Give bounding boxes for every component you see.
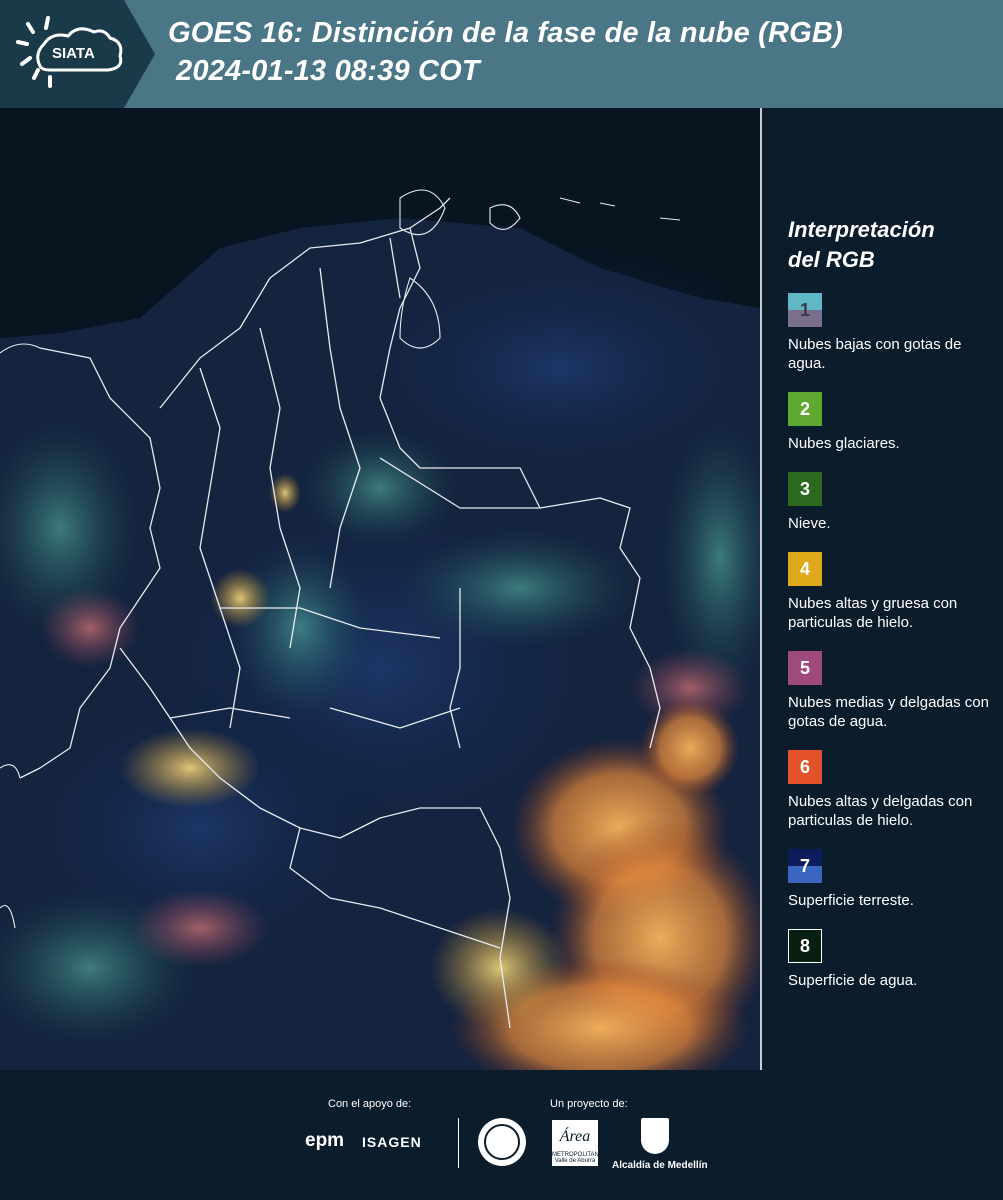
legend-item-7: 7 Superficie terreste. <box>788 849 993 910</box>
legend-item-3: 3 Nieve. <box>788 472 993 533</box>
legend-title-line-2: del RGB <box>788 247 875 272</box>
title-line-2: 2024-01-13 08:39 COT <box>176 55 480 87</box>
legend-swatch-2: 2 <box>788 392 822 426</box>
legend-title: Interpretación del RGB <box>788 215 993 275</box>
legend-swatch-7: 7 <box>788 849 822 883</box>
page-title: GOES 16: Distinción de la fase de la nub… <box>168 14 843 90</box>
legend-swatch-1: 1 <box>788 293 822 327</box>
legend-item-4: 4 Nubes altas y gruesa con particulas de… <box>788 552 993 632</box>
legend-item-5: 5 Nubes medias y delgadas con gotas de a… <box>788 651 993 731</box>
legend-swatch-4: 4 <box>788 552 822 586</box>
legend-label-3: Nieve. <box>788 515 831 532</box>
legend-number-5: 5 <box>799 658 810 678</box>
legend-number-2: 2 <box>799 399 810 419</box>
legend-label-2: Nubes glaciares. <box>788 435 900 452</box>
legend-item-2: 2 Nubes glaciares. <box>788 392 993 453</box>
seal-ring <box>484 1124 520 1160</box>
title-line-1: GOES 16: Distinción de la fase de la nub… <box>168 17 843 49</box>
legend-label-7: Superficie terreste. <box>788 892 914 909</box>
legend-label-5: Nubes medias y delgadas con gotas de agu… <box>788 694 989 730</box>
siata-logo: SIATA <box>0 0 155 108</box>
epm-logo: epm <box>305 1130 345 1151</box>
legend-item-1: 1 Nubes bajas con gotas de agua. <box>788 293 993 373</box>
legend-label-6: Nubes altas y delgadas con particulas de… <box>788 793 973 829</box>
legend-swatch-8: 8 <box>788 929 822 963</box>
legend-swatch-6: 6 <box>788 750 822 784</box>
legend-number-6: 6 <box>799 757 810 777</box>
isagen-logo: ISAGEN <box>362 1134 422 1150</box>
header-bar: SIATA GOES 16: Distinción de la fase de … <box>0 0 1003 108</box>
logo-text: SIATA <box>52 45 95 62</box>
support-label: Con el apoyo de: <box>328 1098 412 1110</box>
legend-number-1: 1 <box>799 300 810 320</box>
legend-panel: Interpretación del RGB 1 Nubes bajas con… <box>788 215 993 990</box>
satellite-map <box>0 108 760 1070</box>
area-logo-subtitle: METROPOLITANA Valle de Aburrá <box>552 1152 603 1164</box>
legend-label-4: Nubes altas y gruesa con particulas de h… <box>788 595 958 631</box>
map-border <box>760 108 762 1070</box>
legend-number-7: 7 <box>799 856 810 876</box>
footer-divider <box>458 1118 459 1168</box>
legend-number-4: 4 <box>799 559 810 579</box>
legend-swatch-3: 3 <box>788 472 822 506</box>
legend-number-8: 8 <box>799 936 810 956</box>
legend-swatch-5: 5 <box>788 651 822 685</box>
legend-number-3: 3 <box>799 479 810 499</box>
legend-label-1: Nubes bajas con gotas de agua. <box>788 336 962 372</box>
university-seal-logo <box>478 1118 526 1166</box>
legend-label-8: Superficie de agua. <box>788 972 918 989</box>
legend-title-line-1: Interpretación <box>788 217 935 242</box>
alcaldia-logo-text: Alcaldía de Medellín <box>612 1160 708 1171</box>
legend-item-6: 6 Nubes altas y delgadas con particulas … <box>788 750 993 830</box>
legend-item-8: 8 Superficie de agua. <box>788 929 993 990</box>
alcaldia-shield-icon <box>641 1118 669 1154</box>
area-logo-text: Área <box>559 1128 591 1145</box>
project-label: Un proyecto de: <box>550 1098 628 1110</box>
